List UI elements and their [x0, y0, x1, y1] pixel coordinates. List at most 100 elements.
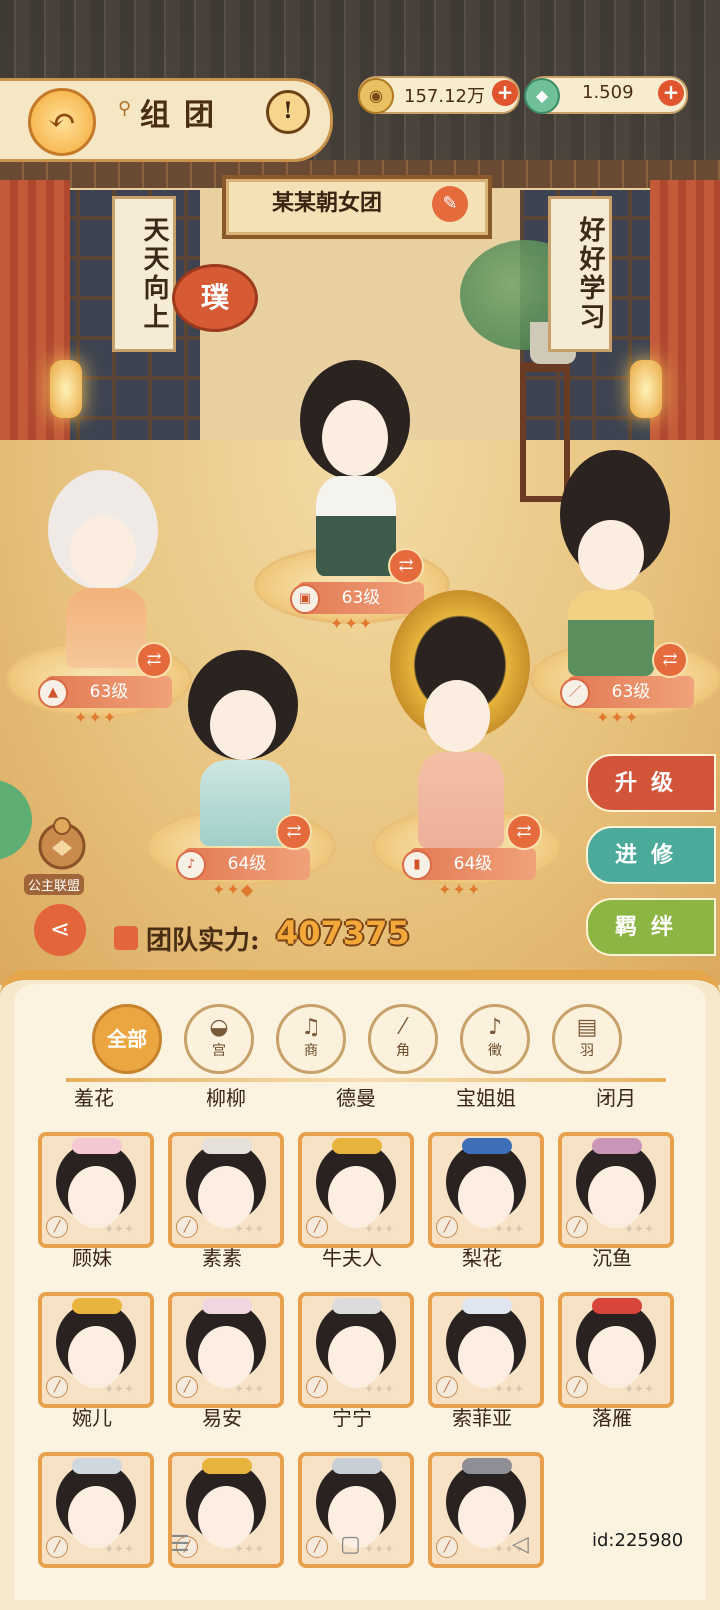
portrait-face	[588, 1166, 644, 1228]
portrait-face	[458, 1326, 514, 1388]
star-rating: ✦✦✦	[438, 880, 482, 899]
class-icon: ╱	[46, 1376, 68, 1398]
roster-card[interactable]: ╱ ✦✦✦	[558, 1132, 674, 1248]
exclamation-icon: !	[283, 98, 293, 124]
roster-card[interactable]: ╱ ✦✦✦	[298, 1132, 414, 1248]
roster-name: 梨花	[462, 1246, 502, 1270]
bell-icon: ♫	[301, 1015, 321, 1040]
star-rating: ✦✦✦	[494, 1222, 525, 1236]
roster-card[interactable]: ╱ ✦✦✦	[38, 1292, 154, 1408]
bond-button[interactable]: 羁绊	[586, 898, 716, 956]
star-rating: ✦✦✦	[494, 1382, 525, 1396]
team-power-label: 团队实力:	[146, 926, 260, 956]
star-rating: ✦✦✦	[624, 1222, 655, 1236]
filter-shang-label: 商	[304, 1043, 318, 1059]
home-icon[interactable]: ▢	[340, 1532, 361, 1557]
page-title: 组团	[140, 98, 228, 133]
roster-card[interactable]: ╱ ✦✦✦	[428, 1132, 544, 1248]
portrait-headdress	[332, 1458, 382, 1474]
roster-name: 落雁	[592, 1406, 632, 1430]
star-rating: ✦✦✦	[596, 708, 640, 727]
formation-name: 闭月	[596, 1086, 636, 1110]
class-icon: ╱	[176, 1216, 198, 1238]
star-rating: ✦✦◆	[212, 880, 255, 899]
roster-name: 易安	[202, 1406, 242, 1430]
clapper-icon: ▮	[402, 850, 432, 880]
filter-shang[interactable]: ♫ 商	[276, 1004, 346, 1074]
pipa-icon: ♪	[176, 850, 206, 880]
swap-button[interactable]: ⇄	[388, 548, 424, 584]
add-coins-button[interactable]: +	[492, 80, 518, 106]
alliance-button[interactable]	[30, 810, 94, 874]
upgrade-button[interactable]: 升级	[586, 754, 716, 812]
left-scroll: 天天向上	[112, 196, 176, 352]
filter-gong[interactable]: ◒ 宫	[184, 1004, 254, 1074]
class-icon: ╱	[46, 1216, 68, 1238]
flute-icon: ⁄	[401, 1015, 405, 1040]
edit-name-button[interactable]: ✎	[432, 186, 468, 222]
alliance-label: 公主联盟	[24, 874, 85, 895]
filter-yu[interactable]: ▤ 羽	[552, 1004, 622, 1074]
team-name: 某某朝女团	[271, 190, 382, 216]
back-button[interactable]: ↶	[28, 88, 96, 156]
star-rating: ✦✦✦	[74, 708, 118, 727]
filter-zhi[interactable]: ♪ 徵	[460, 1004, 530, 1074]
roster-card[interactable]: ╱ ✦✦✦	[428, 1292, 544, 1408]
roster-name: 沉鱼	[592, 1246, 632, 1270]
portrait-face	[68, 1166, 124, 1228]
advance-button[interactable]: 进修	[586, 826, 716, 884]
portrait-headdress	[72, 1458, 122, 1474]
flute-icon: ／	[560, 678, 590, 708]
swap-button[interactable]: ⇄	[652, 642, 688, 678]
portrait-headdress	[332, 1298, 382, 1314]
star-rating: ✦✦✦	[234, 1382, 265, 1396]
roster-card[interactable]: ╱ ✦✦✦	[38, 1132, 154, 1248]
formation-character-5[interactable]	[418, 752, 504, 848]
swap-button[interactable]: ⇄	[506, 814, 542, 850]
star-rating: ✦✦✦	[364, 1382, 395, 1396]
jade-value: 1.509	[582, 82, 634, 103]
star-rating: ✦✦✦	[234, 1222, 265, 1236]
swap-button[interactable]: ⇄	[136, 642, 172, 678]
formation-name: 柳柳	[206, 1086, 246, 1110]
add-jade-button[interactable]: +	[658, 80, 684, 106]
share-button[interactable]: ⋖	[34, 904, 86, 956]
back-arrow-icon: ↶	[47, 101, 77, 141]
class-icon: ╱	[566, 1216, 588, 1238]
formation-name: 德曼	[336, 1086, 376, 1110]
roster-card[interactable]: ╱ ✦✦✦	[168, 1292, 284, 1408]
seal-badge[interactable]: 璞	[172, 264, 258, 332]
portrait-headdress	[202, 1458, 252, 1474]
portrait-headdress	[462, 1458, 512, 1474]
brush-icon: ✎	[442, 193, 458, 214]
filter-jue[interactable]: ⁄ 角	[368, 1004, 438, 1074]
roster-card[interactable]: ╱ ✦✦✦	[298, 1292, 414, 1408]
star-rating: ✦✦✦	[104, 1382, 135, 1396]
filter-all[interactable]: 全部	[92, 1004, 162, 1074]
menu-icon[interactable]: ☰	[170, 1532, 190, 1557]
formation-character-3[interactable]	[568, 590, 654, 676]
formation-character-2[interactable]	[316, 476, 396, 576]
class-icon: ╱	[306, 1376, 328, 1398]
info-button[interactable]: !	[266, 90, 310, 134]
portrait-face	[328, 1326, 384, 1388]
character-face	[424, 680, 490, 752]
class-icon: ╱	[176, 1376, 198, 1398]
team-power-value: 407375	[276, 914, 410, 952]
roster-card[interactable]: ╱ ✦✦✦	[168, 1132, 284, 1248]
formation-character-1[interactable]	[66, 588, 146, 668]
formation-name: 宝姐姐	[456, 1086, 516, 1110]
plant-stand	[520, 362, 570, 502]
thumbs-up-icon	[114, 926, 138, 950]
share-icon: ⋖	[49, 915, 71, 943]
clapper-icon: ▤	[576, 1015, 598, 1040]
roster-card[interactable]: ╱ ✦✦✦	[558, 1292, 674, 1408]
coin-icon: ◉	[358, 78, 394, 114]
lantern-icon	[630, 360, 662, 418]
lantern-icon	[50, 360, 82, 418]
swap-button[interactable]: ⇄	[276, 814, 312, 850]
back-icon[interactable]: ◁	[512, 1532, 529, 1557]
character-face	[70, 516, 136, 588]
class-icon: ╱	[306, 1216, 328, 1238]
portrait-headdress	[72, 1298, 122, 1314]
